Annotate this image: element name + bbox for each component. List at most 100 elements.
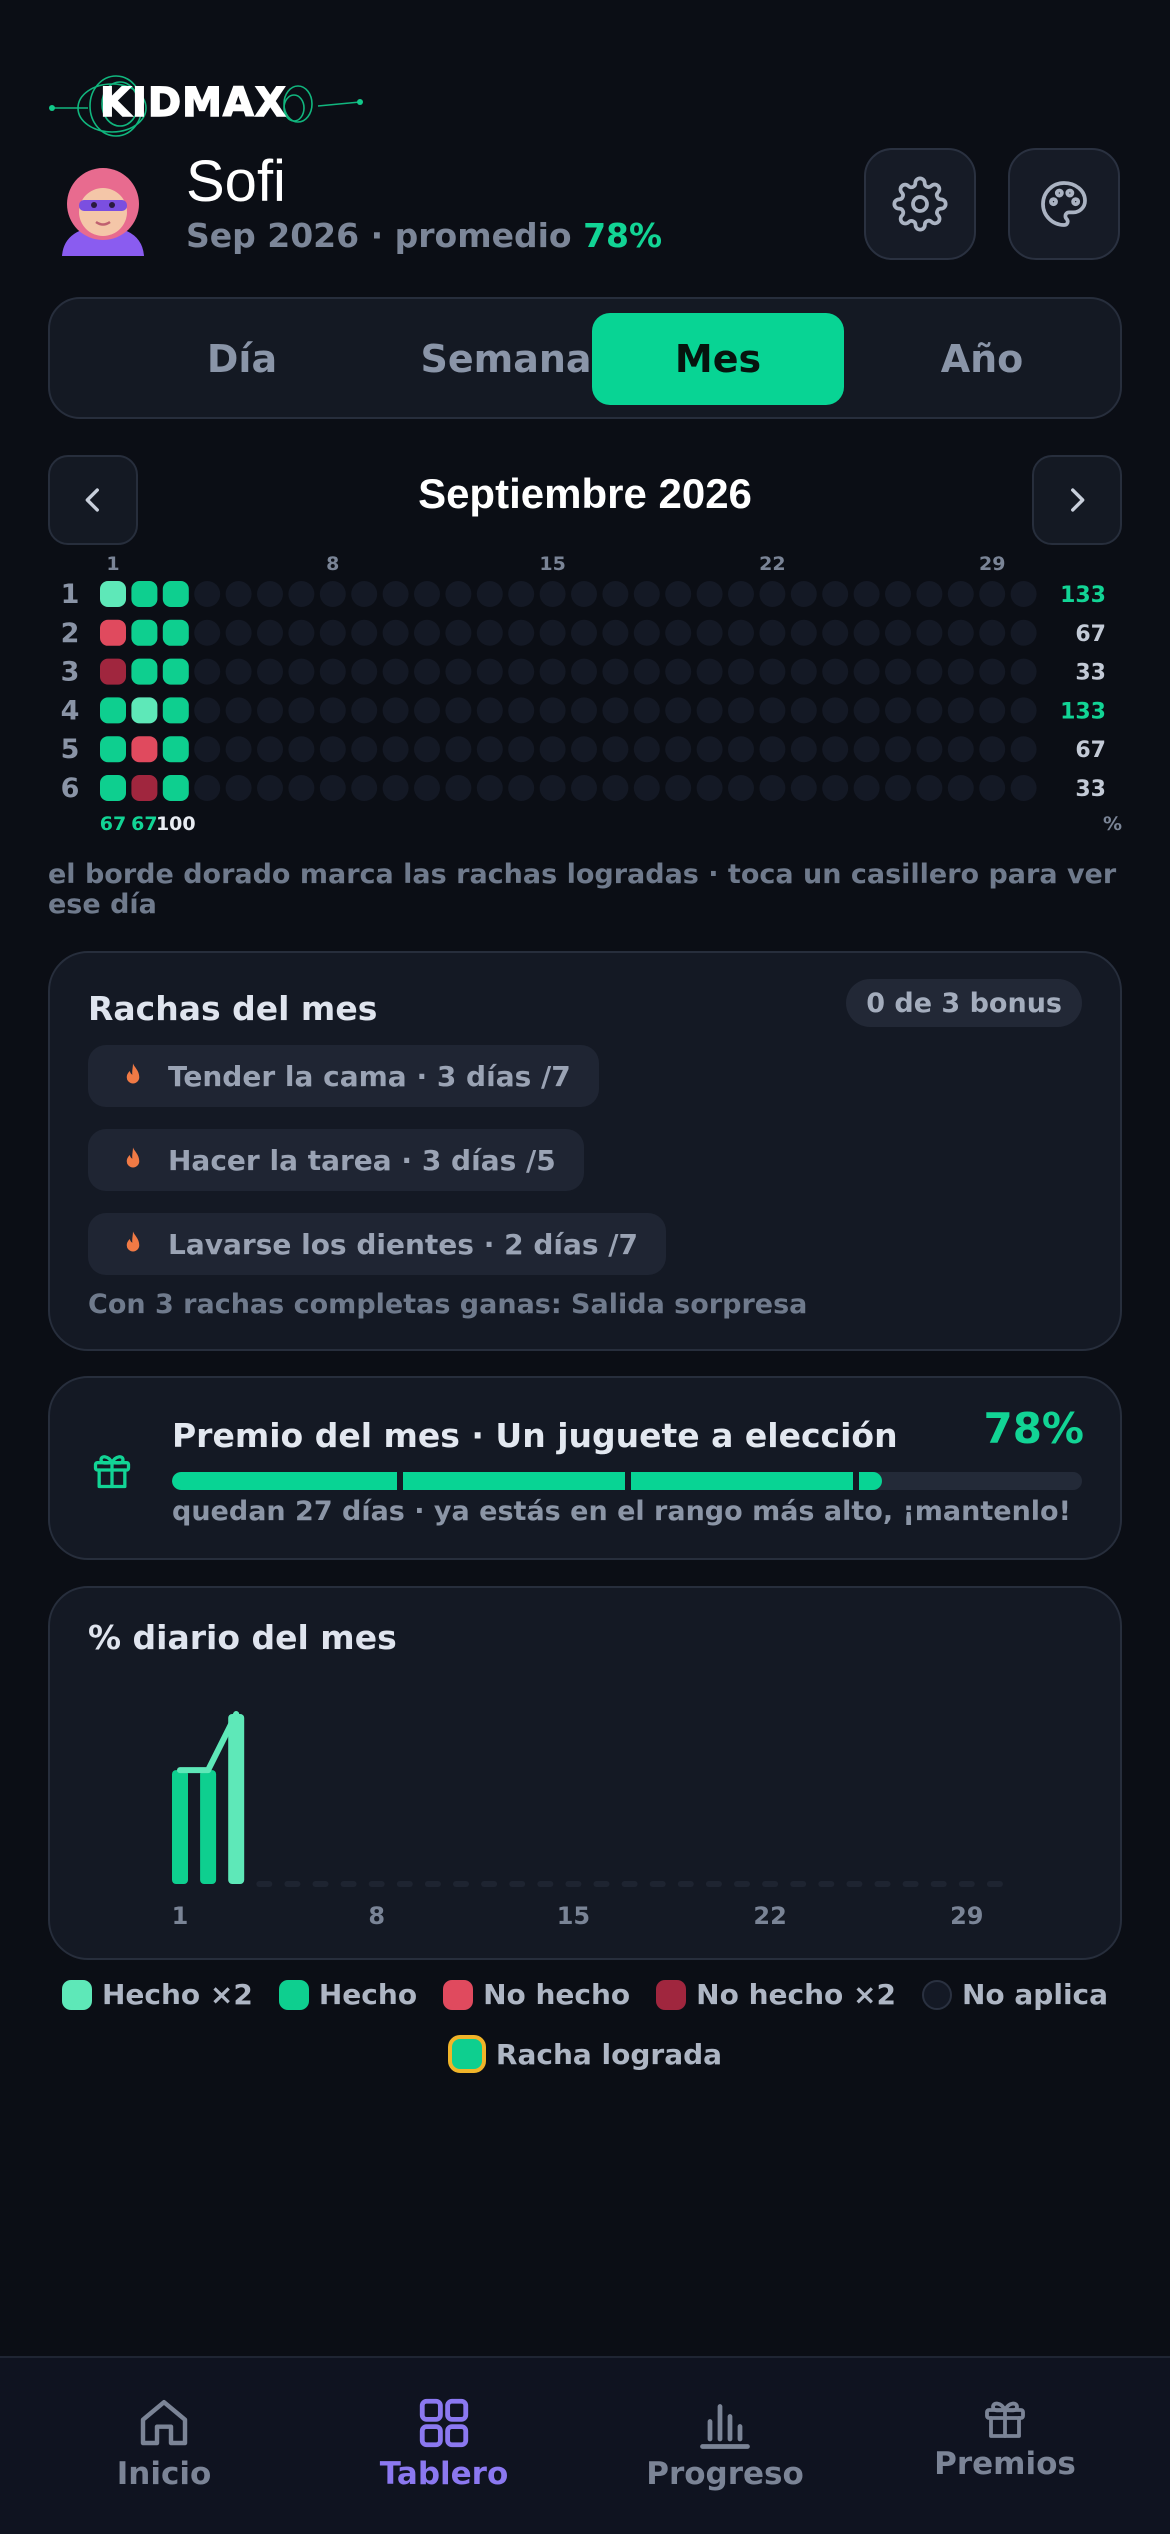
grid-cell[interactable] (257, 736, 283, 763)
grid-cell[interactable] (382, 697, 409, 724)
grid-cell[interactable] (351, 775, 378, 801)
grid-cell[interactable] (131, 581, 158, 607)
grid-cell[interactable] (885, 736, 911, 763)
grid-cell[interactable] (633, 736, 660, 763)
grid-cell[interactable] (571, 736, 597, 763)
grid-cell[interactable] (100, 658, 126, 685)
grid-cell[interactable] (947, 581, 974, 607)
grid-cell[interactable] (100, 619, 126, 646)
grid-cell[interactable] (822, 736, 849, 763)
grid-cell[interactable] (162, 658, 189, 685)
grid-cell[interactable] (947, 736, 974, 763)
grid-cell[interactable] (225, 658, 252, 685)
grid-cell[interactable] (790, 658, 817, 685)
grid-cell[interactable] (194, 697, 221, 724)
grid-cell[interactable] (571, 658, 597, 685)
grid-cell[interactable] (571, 775, 597, 801)
grid-cell[interactable] (257, 581, 283, 607)
grid-cell[interactable] (1010, 619, 1037, 646)
grid-cell[interactable] (853, 736, 880, 763)
grid-cell[interactable] (414, 658, 440, 685)
grid-cell[interactable] (288, 619, 315, 646)
grid-cell[interactable] (539, 775, 566, 801)
grid-cell[interactable] (539, 736, 566, 763)
grid-cell[interactable] (759, 736, 786, 763)
grid-cell[interactable] (602, 658, 629, 685)
grid-cell[interactable] (539, 581, 566, 607)
grid-cell[interactable] (319, 658, 346, 685)
grid-cell[interactable] (979, 619, 1006, 646)
grid-cell[interactable] (288, 581, 315, 607)
grid-cell[interactable] (759, 581, 786, 607)
grid-cell[interactable] (1010, 736, 1037, 763)
grid-cell[interactable] (633, 658, 660, 685)
grid-cell[interactable] (131, 658, 158, 685)
grid-cell[interactable] (916, 619, 943, 646)
nav-premios[interactable]: Premios (930, 2394, 1080, 2482)
grid-cell[interactable] (665, 619, 692, 646)
grid-cell[interactable] (947, 619, 974, 646)
grid-cell[interactable] (100, 697, 126, 724)
grid-cell[interactable] (1010, 581, 1037, 607)
grid-cell[interactable] (822, 697, 849, 724)
theme-button[interactable] (1008, 148, 1120, 260)
grid-cell[interactable] (414, 775, 440, 801)
grid-cell[interactable] (602, 581, 629, 607)
grid-cell[interactable] (445, 619, 472, 646)
grid-cell[interactable] (225, 736, 252, 763)
grid-cell[interactable] (759, 697, 786, 724)
grid-cell[interactable] (445, 658, 472, 685)
grid-cell[interactable] (100, 581, 126, 607)
grid-cell[interactable] (539, 658, 566, 685)
grid-cell[interactable] (790, 581, 817, 607)
grid-cell[interactable] (131, 775, 158, 801)
grid-cell[interactable] (696, 581, 723, 607)
grid-cell[interactable] (382, 775, 409, 801)
grid-cell[interactable] (916, 581, 943, 607)
grid-cell[interactable] (822, 775, 849, 801)
nav-inicio[interactable]: Inicio (92, 2394, 236, 2492)
grid-cell[interactable] (633, 619, 660, 646)
grid-cell[interactable] (790, 619, 817, 646)
grid-cell[interactable] (476, 775, 503, 801)
grid-cell[interactable] (728, 775, 754, 801)
grid-cell[interactable] (539, 697, 566, 724)
grid-cell[interactable] (476, 736, 503, 763)
grid-cell[interactable] (633, 697, 660, 724)
streak-item[interactable]: Tender la cama · 3 días /7 (88, 1045, 599, 1107)
grid-cell[interactable] (979, 581, 1006, 607)
grid-cell[interactable] (916, 658, 943, 685)
grid-cell[interactable] (916, 697, 943, 724)
grid-cell[interactable] (351, 658, 378, 685)
grid-cell[interactable] (351, 736, 378, 763)
grid-cell[interactable] (602, 736, 629, 763)
grid-cell[interactable] (288, 775, 315, 801)
grid-cell[interactable] (100, 736, 126, 763)
grid-cell[interactable] (382, 736, 409, 763)
grid-cell[interactable] (194, 775, 221, 801)
grid-cell[interactable] (508, 736, 535, 763)
grid-cell[interactable] (790, 775, 817, 801)
prize-card[interactable]: Premio del mes · Un juguete a elección 7… (48, 1376, 1122, 1560)
grid-cell[interactable] (100, 775, 126, 801)
grid-cell[interactable] (979, 736, 1006, 763)
grid-cell[interactable] (194, 658, 221, 685)
grid-cell[interactable] (728, 658, 754, 685)
grid-cell[interactable] (790, 697, 817, 724)
grid-cell[interactable] (602, 775, 629, 801)
tab-mes[interactable]: Mes (592, 313, 844, 405)
grid-cell[interactable] (414, 697, 440, 724)
grid-cell[interactable] (131, 736, 158, 763)
grid-cell[interactable] (319, 581, 346, 607)
grid-cell[interactable] (696, 658, 723, 685)
grid-cell[interactable] (602, 619, 629, 646)
grid-cell[interactable] (508, 658, 535, 685)
grid-cell[interactable] (790, 736, 817, 763)
grid-cell[interactable] (947, 775, 974, 801)
grid-cell[interactable] (194, 619, 221, 646)
grid-cell[interactable] (351, 697, 378, 724)
grid-cell[interactable] (665, 581, 692, 607)
grid-cell[interactable] (162, 775, 189, 801)
grid-cell[interactable] (979, 658, 1006, 685)
grid-cell[interactable] (759, 775, 786, 801)
